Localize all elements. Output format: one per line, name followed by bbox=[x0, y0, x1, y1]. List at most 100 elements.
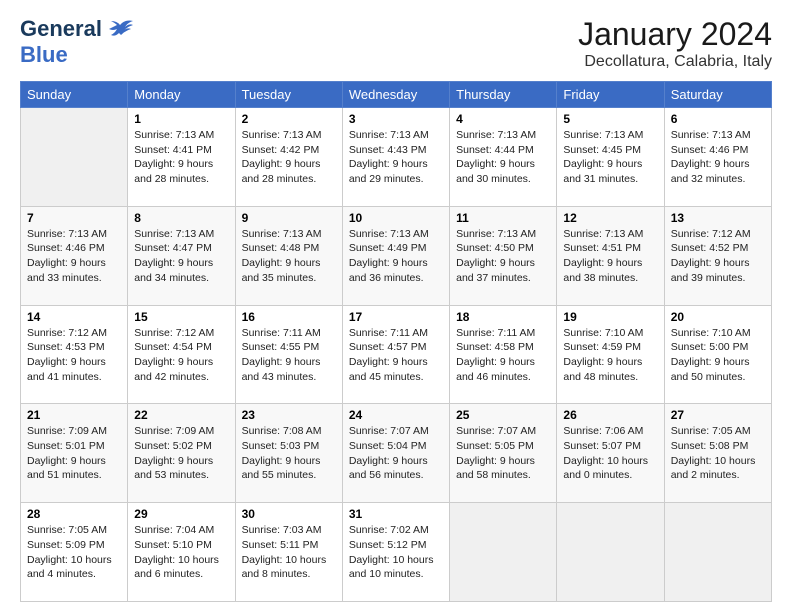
table-row: 18 Sunrise: 7:11 AM Sunset: 4:58 PM Dayli… bbox=[450, 305, 557, 404]
day-info: Sunrise: 7:13 AM Sunset: 4:46 PM Dayligh… bbox=[27, 227, 121, 286]
day-number: 15 bbox=[134, 310, 228, 324]
day-info: Sunrise: 7:13 AM Sunset: 4:41 PM Dayligh… bbox=[134, 128, 228, 187]
logo-general: General bbox=[20, 16, 102, 42]
day-number: 7 bbox=[27, 211, 121, 225]
header-sunday: Sunday bbox=[21, 82, 128, 108]
day-number: 4 bbox=[456, 112, 550, 126]
day-number: 24 bbox=[349, 408, 443, 422]
table-row: 15 Sunrise: 7:12 AM Sunset: 4:54 PM Dayli… bbox=[128, 305, 235, 404]
table-row: 22 Sunrise: 7:09 AM Sunset: 5:02 PM Dayli… bbox=[128, 404, 235, 503]
table-row: 29 Sunrise: 7:04 AM Sunset: 5:10 PM Dayli… bbox=[128, 503, 235, 602]
table-row: 7 Sunrise: 7:13 AM Sunset: 4:46 PM Daylig… bbox=[21, 206, 128, 305]
table-row: 30 Sunrise: 7:03 AM Sunset: 5:11 PM Dayli… bbox=[235, 503, 342, 602]
day-info: Sunrise: 7:03 AM Sunset: 5:11 PM Dayligh… bbox=[242, 523, 336, 582]
calendar-week-row: 1Sunrise: 7:13 AM Sunset: 4:41 PM Daylig… bbox=[21, 108, 772, 207]
table-row: 2 Sunrise: 7:13 AM Sunset: 4:42 PM Daylig… bbox=[235, 108, 342, 207]
day-number: 23 bbox=[242, 408, 336, 422]
calendar-week-row: 21 Sunrise: 7:09 AM Sunset: 5:01 PM Dayli… bbox=[21, 404, 772, 503]
day-number: 29 bbox=[134, 507, 228, 521]
day-number: 16 bbox=[242, 310, 336, 324]
day-number: 17 bbox=[349, 310, 443, 324]
table-row: 27Sunrise: 7:05 AM Sunset: 5:08 PM Dayli… bbox=[664, 404, 771, 503]
day-info: Sunrise: 7:05 AM Sunset: 5:08 PM Dayligh… bbox=[671, 424, 765, 483]
day-info: Sunrise: 7:11 AM Sunset: 4:55 PM Dayligh… bbox=[242, 326, 336, 385]
header-tuesday: Tuesday bbox=[235, 82, 342, 108]
calendar-title: January 2024 bbox=[578, 16, 772, 53]
table-row: 16 Sunrise: 7:11 AM Sunset: 4:55 PM Dayli… bbox=[235, 305, 342, 404]
logo-bird-icon bbox=[105, 17, 135, 41]
table-row: 17 Sunrise: 7:11 AM Sunset: 4:57 PM Dayli… bbox=[342, 305, 449, 404]
calendar-week-row: 7 Sunrise: 7:13 AM Sunset: 4:46 PM Daylig… bbox=[21, 206, 772, 305]
table-row: 25 Sunrise: 7:07 AM Sunset: 5:05 PM Dayli… bbox=[450, 404, 557, 503]
day-info: Sunrise: 7:13 AM Sunset: 4:46 PM Dayligh… bbox=[671, 128, 765, 187]
day-number: 20 bbox=[671, 310, 765, 324]
calendar-week-row: 28 Sunrise: 7:05 AM Sunset: 5:09 PM Dayli… bbox=[21, 503, 772, 602]
logo: General Blue bbox=[20, 16, 135, 68]
day-info: Sunrise: 7:13 AM Sunset: 4:48 PM Dayligh… bbox=[242, 227, 336, 286]
table-row: 12 Sunrise: 7:13 AM Sunset: 4:51 PM Dayli… bbox=[557, 206, 664, 305]
day-number: 12 bbox=[563, 211, 657, 225]
day-number: 9 bbox=[242, 211, 336, 225]
header-saturday: Saturday bbox=[664, 82, 771, 108]
day-info: Sunrise: 7:11 AM Sunset: 4:57 PM Dayligh… bbox=[349, 326, 443, 385]
table-row bbox=[21, 108, 128, 207]
day-number: 14 bbox=[27, 310, 121, 324]
day-info: Sunrise: 7:13 AM Sunset: 4:43 PM Dayligh… bbox=[349, 128, 443, 187]
day-number: 19 bbox=[563, 310, 657, 324]
calendar-header-row: Sunday Monday Tuesday Wednesday Thursday… bbox=[21, 82, 772, 108]
day-number: 3 bbox=[349, 112, 443, 126]
table-row bbox=[664, 503, 771, 602]
table-row: 3 Sunrise: 7:13 AM Sunset: 4:43 PM Daylig… bbox=[342, 108, 449, 207]
day-number: 25 bbox=[456, 408, 550, 422]
day-info: Sunrise: 7:13 AM Sunset: 4:42 PM Dayligh… bbox=[242, 128, 336, 187]
day-info: Sunrise: 7:10 AM Sunset: 4:59 PM Dayligh… bbox=[563, 326, 657, 385]
day-info: Sunrise: 7:09 AM Sunset: 5:02 PM Dayligh… bbox=[134, 424, 228, 483]
table-row: 8Sunrise: 7:13 AM Sunset: 4:47 PM Daylig… bbox=[128, 206, 235, 305]
table-row: 20 Sunrise: 7:10 AM Sunset: 5:00 PM Dayli… bbox=[664, 305, 771, 404]
table-row: 9 Sunrise: 7:13 AM Sunset: 4:48 PM Daylig… bbox=[235, 206, 342, 305]
header-thursday: Thursday bbox=[450, 82, 557, 108]
day-number: 22 bbox=[134, 408, 228, 422]
day-info: Sunrise: 7:12 AM Sunset: 4:53 PM Dayligh… bbox=[27, 326, 121, 385]
table-row: 4Sunrise: 7:13 AM Sunset: 4:44 PM Daylig… bbox=[450, 108, 557, 207]
table-row: 13Sunrise: 7:12 AM Sunset: 4:52 PM Dayli… bbox=[664, 206, 771, 305]
day-number: 26 bbox=[563, 408, 657, 422]
day-info: Sunrise: 7:06 AM Sunset: 5:07 PM Dayligh… bbox=[563, 424, 657, 483]
day-info: Sunrise: 7:02 AM Sunset: 5:12 PM Dayligh… bbox=[349, 523, 443, 582]
page: General Blue January 2024 Decollatura, C… bbox=[0, 0, 792, 612]
table-row: 23 Sunrise: 7:08 AM Sunset: 5:03 PM Dayli… bbox=[235, 404, 342, 503]
table-row: 21 Sunrise: 7:09 AM Sunset: 5:01 PM Dayli… bbox=[21, 404, 128, 503]
header: General Blue January 2024 Decollatura, C… bbox=[20, 16, 772, 71]
table-row bbox=[557, 503, 664, 602]
table-row: 19 Sunrise: 7:10 AM Sunset: 4:59 PM Dayli… bbox=[557, 305, 664, 404]
table-row: 24Sunrise: 7:07 AM Sunset: 5:04 PM Dayli… bbox=[342, 404, 449, 503]
header-wednesday: Wednesday bbox=[342, 82, 449, 108]
day-number: 2 bbox=[242, 112, 336, 126]
day-info: Sunrise: 7:05 AM Sunset: 5:09 PM Dayligh… bbox=[27, 523, 121, 582]
day-info: Sunrise: 7:04 AM Sunset: 5:10 PM Dayligh… bbox=[134, 523, 228, 582]
table-row: 5Sunrise: 7:13 AM Sunset: 4:45 PM Daylig… bbox=[557, 108, 664, 207]
day-number: 28 bbox=[27, 507, 121, 521]
day-number: 18 bbox=[456, 310, 550, 324]
day-info: Sunrise: 7:08 AM Sunset: 5:03 PM Dayligh… bbox=[242, 424, 336, 483]
calendar-table: Sunday Monday Tuesday Wednesday Thursday… bbox=[20, 81, 772, 602]
logo-blue: Blue bbox=[20, 42, 68, 68]
day-info: Sunrise: 7:11 AM Sunset: 4:58 PM Dayligh… bbox=[456, 326, 550, 385]
day-info: Sunrise: 7:07 AM Sunset: 5:05 PM Dayligh… bbox=[456, 424, 550, 483]
day-info: Sunrise: 7:09 AM Sunset: 5:01 PM Dayligh… bbox=[27, 424, 121, 483]
day-number: 21 bbox=[27, 408, 121, 422]
calendar-week-row: 14 Sunrise: 7:12 AM Sunset: 4:53 PM Dayli… bbox=[21, 305, 772, 404]
day-info: Sunrise: 7:13 AM Sunset: 4:50 PM Dayligh… bbox=[456, 227, 550, 286]
table-row: 11 Sunrise: 7:13 AM Sunset: 4:50 PM Dayli… bbox=[450, 206, 557, 305]
day-info: Sunrise: 7:13 AM Sunset: 4:47 PM Dayligh… bbox=[134, 227, 228, 286]
day-number: 11 bbox=[456, 211, 550, 225]
day-info: Sunrise: 7:13 AM Sunset: 4:51 PM Dayligh… bbox=[563, 227, 657, 286]
header-monday: Monday bbox=[128, 82, 235, 108]
day-number: 30 bbox=[242, 507, 336, 521]
calendar-subtitle: Decollatura, Calabria, Italy bbox=[578, 53, 772, 71]
day-info: Sunrise: 7:13 AM Sunset: 4:49 PM Dayligh… bbox=[349, 227, 443, 286]
table-row bbox=[450, 503, 557, 602]
day-info: Sunrise: 7:12 AM Sunset: 4:54 PM Dayligh… bbox=[134, 326, 228, 385]
day-info: Sunrise: 7:10 AM Sunset: 5:00 PM Dayligh… bbox=[671, 326, 765, 385]
table-row: 10Sunrise: 7:13 AM Sunset: 4:49 PM Dayli… bbox=[342, 206, 449, 305]
